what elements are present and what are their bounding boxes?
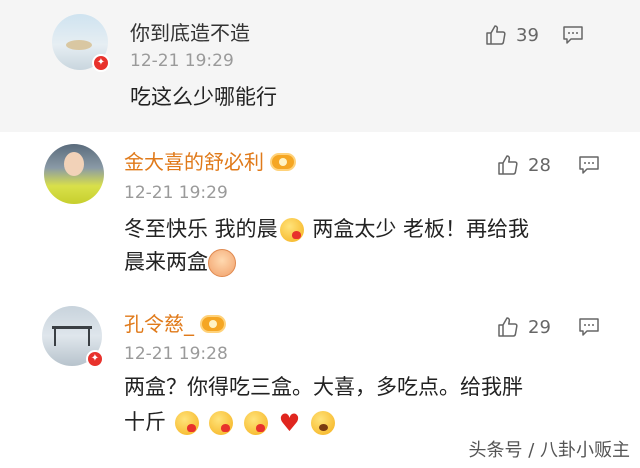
like-count: 39 (516, 25, 539, 46)
commenter-name-text: 孔令慈_ (124, 312, 194, 336)
commenter-name-text: 金大喜的舒必利 (124, 150, 264, 174)
heart-emoji-icon: ♥ (278, 408, 301, 437)
shocked-emoji-icon (310, 411, 335, 435)
comment-time: 12-21 19:29 (124, 183, 228, 203)
verified-badge-icon: ✦ (92, 54, 110, 72)
like-count: 28 (528, 155, 551, 176)
reply-icon[interactable] (578, 317, 600, 337)
comment-text-line: 冬至快乐 我的晨 两盒太少 老板！再给我 (124, 213, 529, 246)
comment-text: 两盒太少 老板！再给我 (312, 217, 530, 241)
comment-text: 十斤 (124, 410, 166, 434)
like-count: 29 (528, 317, 551, 338)
reply-icon[interactable] (562, 25, 584, 45)
comment-text: 两盒？你得吃三盒。大喜，多吃点。给我胖 (124, 375, 523, 399)
comment-text-line: 十斤 ♥ (124, 406, 337, 440)
kiss-emoji-icon (209, 411, 234, 435)
comment-text-line: 晨来两盒 (124, 246, 236, 279)
verified-badge-icon: ✦ (86, 350, 104, 368)
avatar[interactable]: ✦ (42, 306, 104, 368)
reply-icon[interactable] (578, 155, 600, 175)
vip-crown-icon (270, 152, 296, 171)
comment-item: ✦ 你到底造不造 12-21 19:29 吃这么少哪能行 39 (0, 0, 640, 132)
kiss-emoji-icon (174, 411, 199, 435)
comment-item: ✦ 孔令慈_ 12-21 19:28 两盒？你得吃三盒。大喜，多吃点。给我胖 十… (0, 292, 640, 468)
commenter-name[interactable]: 金大喜的舒必利 (124, 150, 296, 174)
kid-emoji-icon (208, 249, 236, 277)
commenter-name[interactable]: 你到底造不造 (130, 21, 250, 45)
comment-text: 吃这么少哪能行 (130, 85, 277, 109)
comment-item: 金大喜的舒必利 12-21 19:29 冬至快乐 我的晨 两盒太少 老板！再给我… (0, 132, 640, 292)
thumbs-up-icon[interactable] (496, 153, 520, 177)
thumbs-up-icon[interactable] (496, 315, 520, 339)
kiss-emoji-icon (279, 218, 304, 242)
kiss-emoji-icon (244, 411, 269, 435)
comment-text: 冬至快乐 我的晨 (124, 217, 278, 241)
comment-time: 12-21 19:29 (130, 51, 234, 71)
thumbs-up-icon[interactable] (484, 23, 508, 47)
commenter-name[interactable]: 孔令慈_ (124, 312, 226, 336)
comment-time: 12-21 19:28 (124, 344, 228, 364)
watermark: 头条号 / 八卦小贩主 (468, 440, 630, 461)
avatar[interactable] (44, 144, 104, 204)
avatar[interactable]: ✦ (52, 14, 110, 72)
comment-text: 晨来两盒 (124, 250, 208, 274)
vip-crown-icon (200, 314, 226, 333)
